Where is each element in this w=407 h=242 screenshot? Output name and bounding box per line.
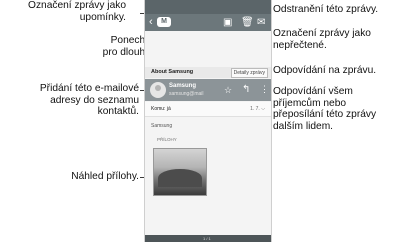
message-body-text: Samsung: [151, 123, 173, 129]
app-bar: ‹ M ▣ 🗑 ✉: [145, 14, 271, 31]
callout-reply-all: Odpovídání všem příjemcům nebo přeposílá…: [273, 86, 377, 132]
callout-unread: Označení zprávy jako nepřečtené.: [273, 28, 371, 51]
more-options-icon[interactable]: ⋮: [260, 84, 269, 95]
callout-add-contact: Přidání této e-mailové adresy do seznamu…: [39, 83, 139, 117]
reply-icon[interactable]: ↰: [242, 84, 250, 95]
attachment-thumbnail[interactable]: [153, 148, 207, 196]
delete-icon[interactable]: 🗑: [241, 17, 254, 28]
mark-unread-icon[interactable]: ✉: [257, 17, 265, 28]
message-details-button[interactable]: Detaily zprávy: [230, 68, 268, 78]
star-icon[interactable]: ☆: [224, 85, 232, 96]
back-icon[interactable]: ‹: [149, 16, 153, 28]
subject-row: About Samsung Detaily zprávy: [145, 67, 271, 78]
status-bar: [145, 0, 271, 14]
sender-name: Samsung: [169, 83, 197, 89]
callout-reply: Odpovídání na zprávu.: [273, 65, 377, 76]
sender-row: Samsung samsung@mail ☆ ↰ ⋮: [145, 79, 271, 101]
callout-delete: Odstranění této zprávy.: [273, 4, 379, 15]
email-subject: About Samsung: [151, 69, 194, 75]
callout-preview: Náhled přílohy.: [71, 171, 139, 182]
thumbnail-landscape: [158, 169, 202, 187]
sender-email: samsung@mail: [169, 91, 204, 97]
message-date: 1. 7. ⌵: [250, 106, 265, 112]
app-logo: M: [157, 17, 171, 27]
callout-flag: Označení zprávy jako upomínky.: [28, 0, 126, 23]
add-contact-avatar[interactable]: [150, 82, 166, 98]
recipient-row[interactable]: Komu: já 1. 7. ⌵: [145, 102, 271, 117]
message-body: Samsung: [145, 117, 271, 137]
save-icon[interactable]: ▣: [223, 17, 232, 28]
attachments-label: PŘÍLOHY: [157, 137, 177, 142]
page-indicator: 1 / 1: [203, 236, 211, 241]
bottom-bar: 1 / 1: [145, 235, 271, 242]
phone-screen: ‹ M ▣ 🗑 ✉ About Samsung Detaily zprávy S…: [144, 0, 272, 242]
recipient-label: Komu: já: [151, 106, 171, 112]
